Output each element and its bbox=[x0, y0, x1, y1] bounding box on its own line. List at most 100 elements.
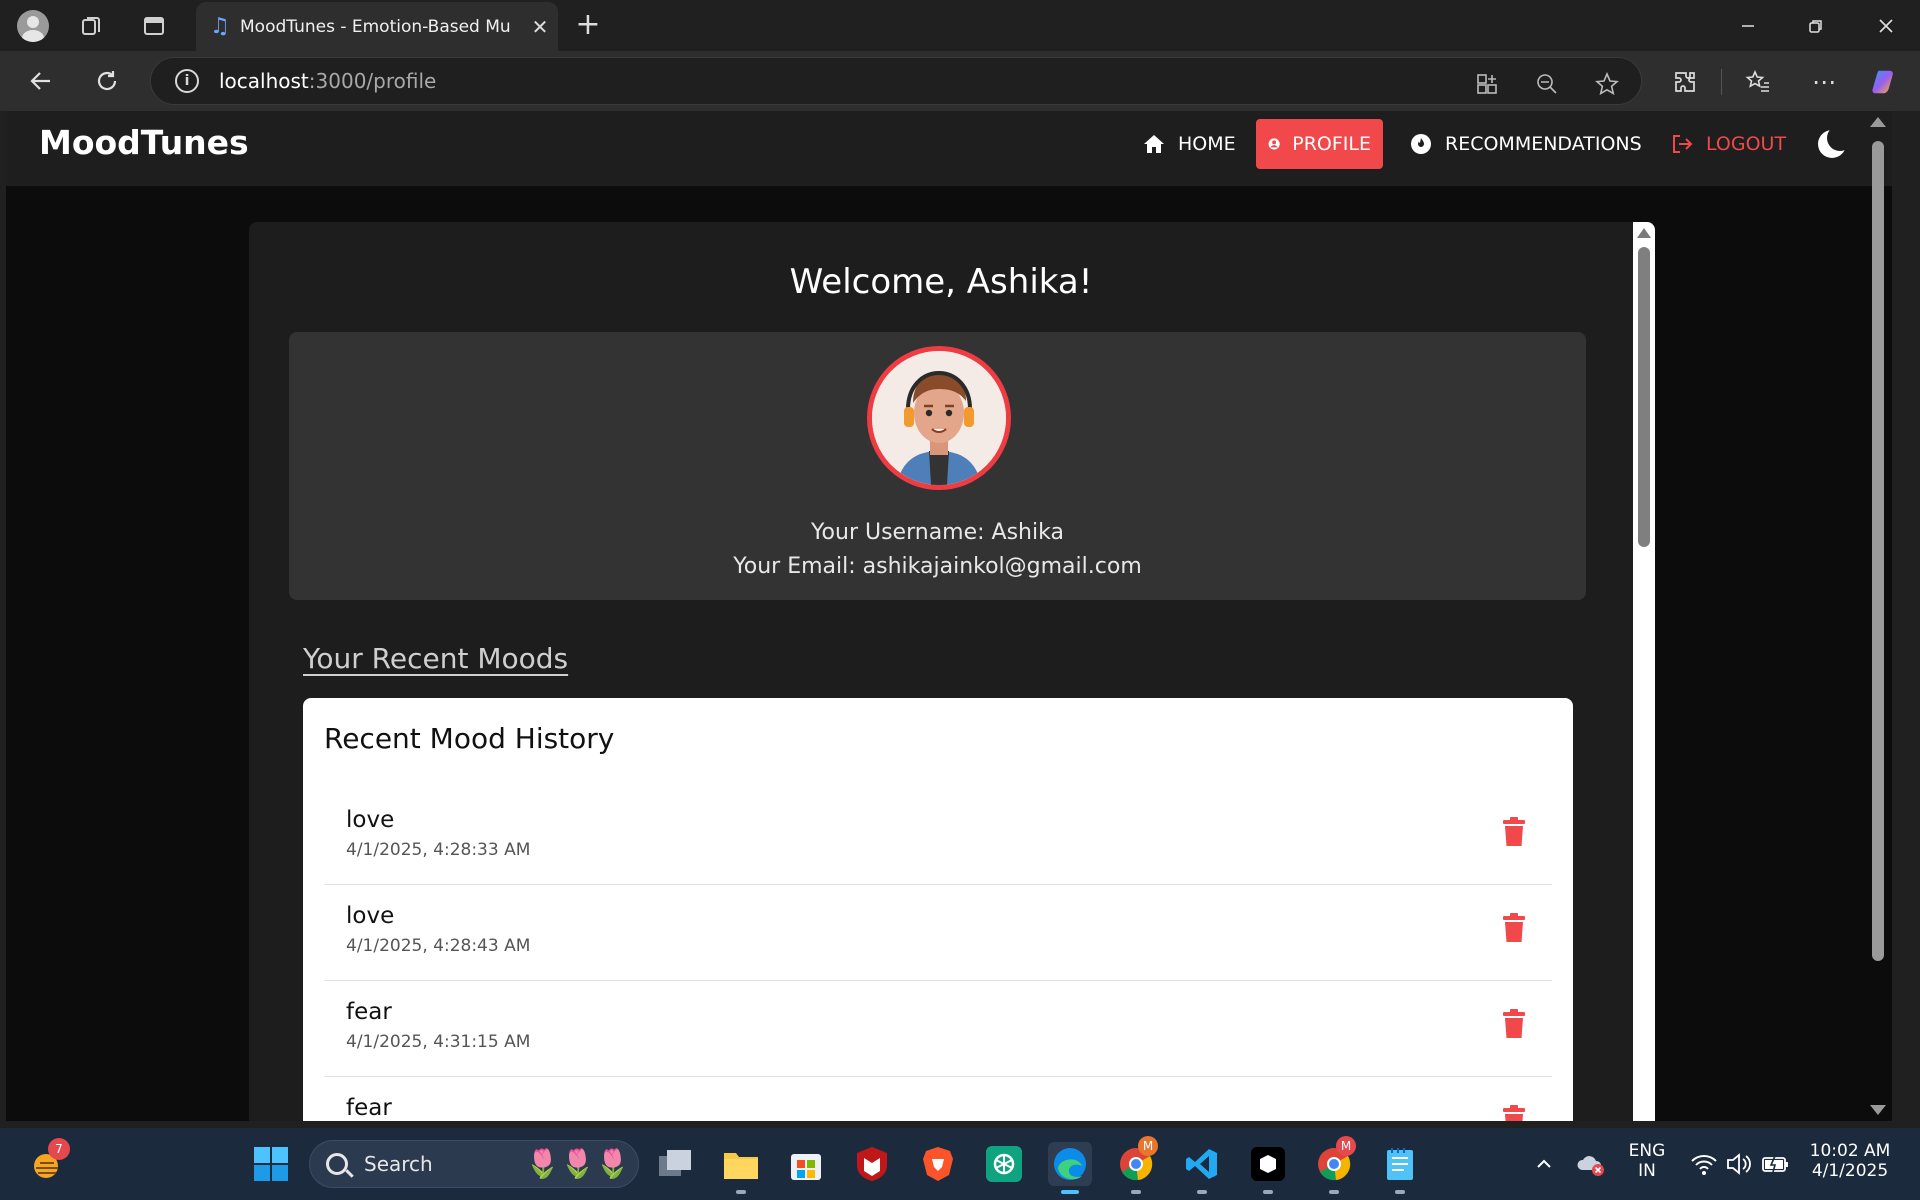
onedrive-error-icon[interactable] bbox=[1576, 1150, 1606, 1178]
app-available-icon[interactable] bbox=[1473, 70, 1501, 98]
weather-badge: 7 bbox=[48, 1138, 70, 1160]
taskbar-search[interactable]: Search 🌷🌷🌷 bbox=[309, 1140, 639, 1188]
volume-icon[interactable] bbox=[1726, 1152, 1752, 1176]
reload-icon bbox=[97, 71, 117, 91]
nav-home-label: HOME bbox=[1178, 133, 1236, 155]
nav-profile[interactable]: PROFILE bbox=[1256, 119, 1383, 169]
brand-logo[interactable]: MoodTunes bbox=[39, 123, 249, 162]
folder-icon bbox=[724, 1153, 758, 1179]
mood-history-row: fear bbox=[324, 1077, 1552, 1121]
extensions-icon[interactable] bbox=[1670, 67, 1700, 97]
back-button[interactable] bbox=[20, 61, 62, 101]
restore-icon bbox=[1809, 19, 1822, 33]
workspaces-button[interactable] bbox=[72, 6, 112, 46]
language-indicator[interactable]: ENG IN bbox=[1622, 1141, 1672, 1181]
weather-widget[interactable]: 7 bbox=[28, 1138, 70, 1184]
page-scrollbar[interactable] bbox=[1866, 111, 1888, 1121]
mood-name: fear bbox=[346, 999, 392, 1025]
favorite-star-icon[interactable] bbox=[1593, 70, 1621, 98]
scroll-down-arrow-icon[interactable] bbox=[1870, 1105, 1886, 1115]
favorites-icon[interactable] bbox=[1743, 67, 1773, 97]
notepad-app[interactable] bbox=[1378, 1142, 1422, 1194]
brave-browser-app[interactable] bbox=[916, 1142, 960, 1186]
nav-home[interactable]: HOME bbox=[1130, 119, 1248, 169]
battery-charging-icon[interactable] bbox=[1762, 1154, 1790, 1174]
running-indicator bbox=[1131, 1190, 1141, 1194]
windows-logo-icon bbox=[254, 1147, 288, 1181]
github-copilot-app[interactable] bbox=[1246, 1142, 1290, 1194]
active-indicator bbox=[1061, 1190, 1079, 1194]
chrome-app-2[interactable]: M bbox=[1312, 1136, 1356, 1194]
running-indicator bbox=[1329, 1190, 1339, 1194]
nav-logout-label: LOGOUT bbox=[1706, 133, 1787, 155]
nav-recommendations[interactable]: RECOMMENDATIONS bbox=[1397, 119, 1654, 169]
nav-logout[interactable]: LOGOUT bbox=[1658, 119, 1798, 169]
mood-history-title: Recent Mood History bbox=[324, 722, 615, 755]
browser-tab-bar: ♫ MoodTunes - Emotion-Based Mu ✕ + bbox=[0, 0, 1920, 51]
running-indicator bbox=[1395, 1190, 1405, 1194]
card-scrollbar-thumb[interactable] bbox=[1638, 247, 1650, 547]
tab-actions-icon bbox=[144, 17, 164, 35]
app-navbar: MoodTunes HOME PROFILE RECOMMENDATIONS L… bbox=[6, 111, 1892, 186]
windows-taskbar: 7 Search 🌷🌷🌷 M M ENG IN 10:02 AM 4/1/202… bbox=[0, 1128, 1920, 1200]
restore-button[interactable] bbox=[1782, 0, 1850, 51]
task-view-icon bbox=[659, 1150, 691, 1176]
dark-mode-toggle-moon-icon[interactable] bbox=[1818, 125, 1853, 158]
browser-profile-button[interactable] bbox=[13, 6, 53, 46]
recent-moods-heading[interactable]: Your Recent Moods bbox=[303, 642, 568, 675]
email-text: Your Email: ashikajainkol@gmail.com bbox=[733, 554, 1142, 579]
user-avatar bbox=[867, 346, 1011, 490]
card-scrollbar[interactable] bbox=[1633, 222, 1655, 1121]
page-scrollbar-thumb[interactable] bbox=[1872, 141, 1884, 961]
delete-trash-icon[interactable] bbox=[1502, 1009, 1526, 1039]
reload-button[interactable] bbox=[86, 61, 128, 101]
chrome-profile-badge: M bbox=[1336, 1136, 1356, 1156]
welcome-heading: Welcome, Ashika! bbox=[789, 262, 1093, 302]
site-info-icon[interactable]: i bbox=[175, 69, 199, 93]
running-indicator bbox=[736, 1190, 746, 1194]
chrome-app[interactable]: M bbox=[1114, 1136, 1158, 1194]
notepad-icon bbox=[1387, 1148, 1413, 1180]
delete-trash-icon[interactable] bbox=[1502, 817, 1526, 847]
address-bar[interactable]: i localhost:3000/profile bbox=[150, 57, 1642, 105]
minimize-button[interactable] bbox=[1714, 0, 1782, 51]
scroll-up-arrow-icon[interactable] bbox=[1870, 117, 1886, 127]
edge-icon bbox=[1054, 1148, 1086, 1180]
mood-history-row: love 4/1/2025, 4:28:43 AM bbox=[324, 885, 1552, 981]
tab-close-icon[interactable]: ✕ bbox=[522, 15, 558, 39]
task-view-button[interactable] bbox=[653, 1142, 697, 1186]
tab-actions-button[interactable] bbox=[134, 6, 174, 46]
copilot-icon[interactable] bbox=[1870, 67, 1900, 97]
show-hidden-icons-chevron-up-icon[interactable] bbox=[1532, 1152, 1556, 1176]
taskbar-search-label: Search bbox=[364, 1152, 433, 1176]
chrome-profile-badge: M bbox=[1138, 1136, 1158, 1156]
zoom-out-icon[interactable] bbox=[1533, 70, 1561, 98]
edge-browser-app[interactable] bbox=[1048, 1142, 1092, 1194]
wifi-icon[interactable] bbox=[1690, 1152, 1718, 1176]
delete-trash-icon[interactable] bbox=[1502, 1105, 1526, 1121]
delete-trash-icon[interactable] bbox=[1502, 913, 1526, 943]
user-info-box: Your Username: Ashika Your Email: ashika… bbox=[289, 332, 1586, 600]
profile-card: Welcome, Ashika! Your Username: Ashika Y… bbox=[249, 222, 1655, 1121]
start-button[interactable] bbox=[249, 1142, 293, 1186]
mood-name: love bbox=[346, 903, 395, 929]
clock[interactable]: 10:02 AM 4/1/2025 bbox=[1800, 1141, 1900, 1181]
browser-toolbar: i localhost:3000/profile ⋯ bbox=[0, 51, 1920, 111]
file-explorer-app[interactable] bbox=[719, 1142, 763, 1194]
chatgpt-app[interactable] bbox=[982, 1142, 1026, 1186]
microsoft-store-app[interactable] bbox=[784, 1142, 828, 1186]
back-arrow-icon bbox=[30, 72, 50, 90]
scroll-up-arrow-icon[interactable] bbox=[1637, 228, 1651, 238]
running-indicator bbox=[1263, 1190, 1273, 1194]
store-icon bbox=[791, 1154, 821, 1180]
mood-timestamp: 4/1/2025, 4:28:43 AM bbox=[346, 936, 531, 956]
mcafee-app[interactable] bbox=[850, 1142, 894, 1186]
vscode-app[interactable] bbox=[1180, 1142, 1224, 1194]
more-menu-icon[interactable]: ⋯ bbox=[1809, 67, 1839, 97]
url-text[interactable]: localhost:3000/profile bbox=[219, 69, 436, 93]
close-window-button[interactable] bbox=[1852, 0, 1920, 51]
new-tab-button[interactable]: + bbox=[568, 8, 608, 44]
running-indicator bbox=[1197, 1190, 1207, 1194]
active-browser-tab[interactable]: ♫ MoodTunes - Emotion-Based Mu ✕ bbox=[196, 2, 558, 51]
mood-name: love bbox=[346, 807, 395, 833]
